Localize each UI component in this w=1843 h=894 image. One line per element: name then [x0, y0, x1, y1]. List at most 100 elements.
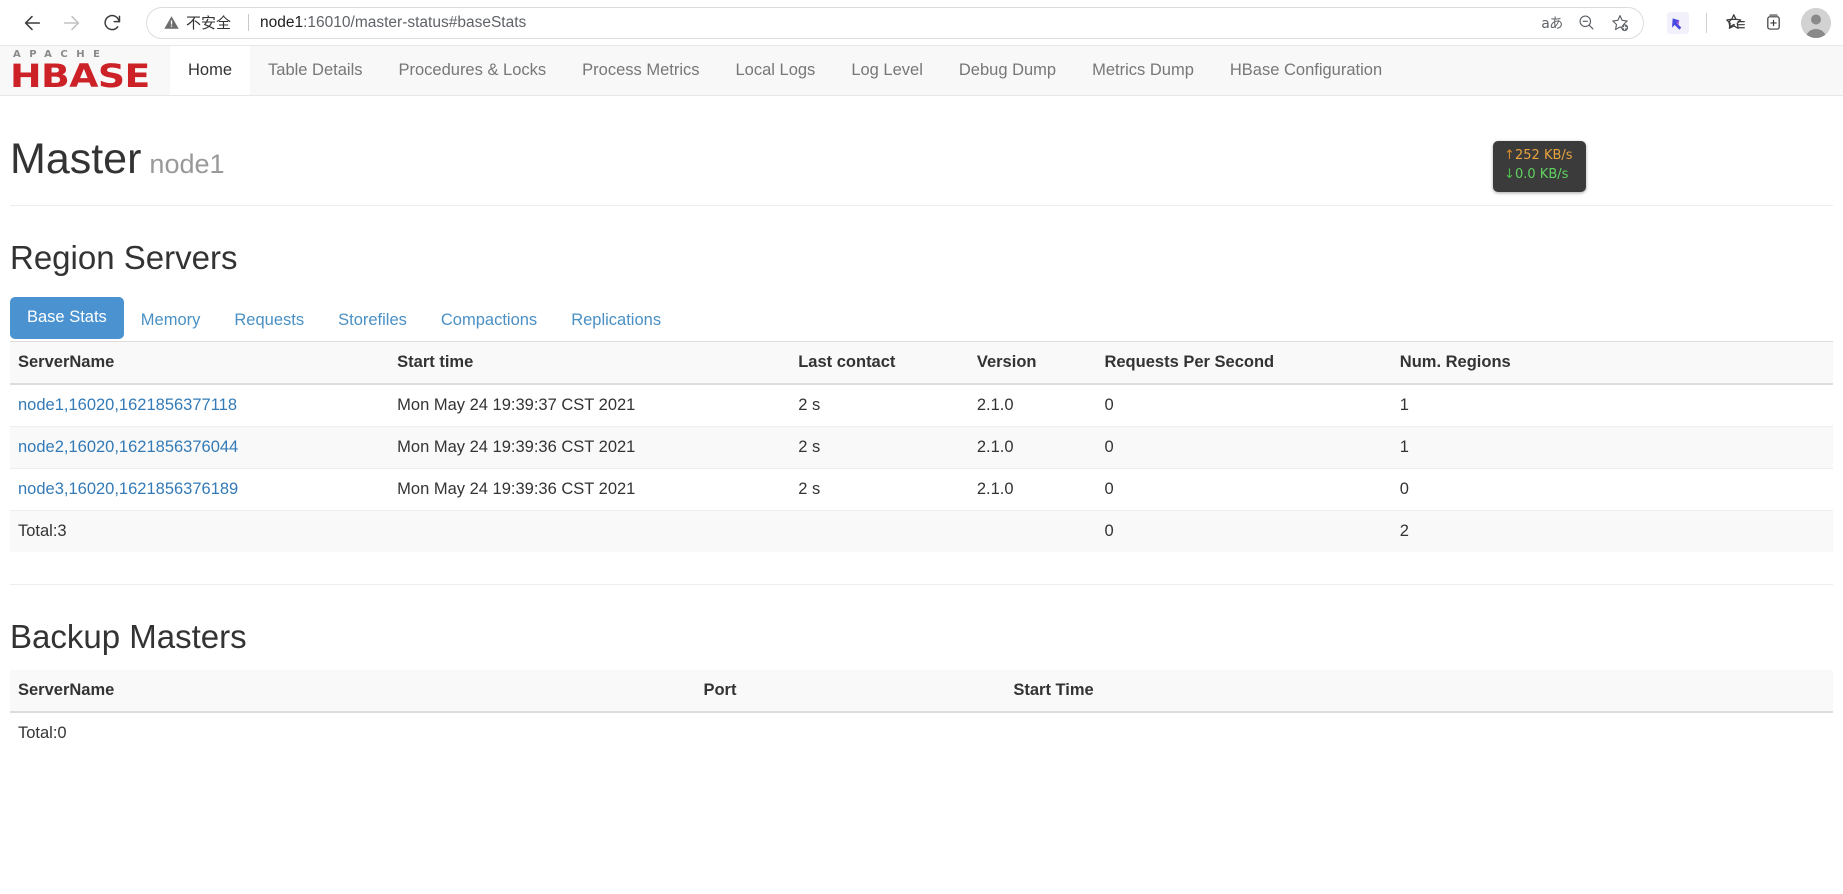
url-text[interactable]: node1:16010/master-status#baseStats [260, 14, 1537, 32]
security-indicator[interactable]: 不安全 [163, 12, 260, 33]
column-header-num-regions[interactable]: Num. Regions [1391, 341, 1833, 385]
cell-servername: node3,16020,1621856376189 [10, 467, 390, 511]
cell-last-contact: 2 s [790, 467, 969, 511]
collections-button[interactable] [1755, 5, 1791, 41]
column-header-requests-per-second[interactable]: Requests Per Second [1096, 341, 1392, 385]
collections-icon [1766, 14, 1780, 30]
column-header-servername[interactable]: ServerName [10, 341, 390, 385]
zoom-out-button[interactable] [1571, 8, 1601, 38]
download-speed-value: 0.0 KB/s [1515, 166, 1569, 182]
tab-requests[interactable]: Requests [217, 300, 321, 341]
column-header-version[interactable]: Version [968, 341, 1097, 385]
nav-item-debug-dump[interactable]: Debug Dump [941, 46, 1074, 95]
forward-button[interactable] [52, 3, 92, 43]
table-row: node2,16020,1621856376044 Mon May 24 19:… [10, 425, 1833, 469]
omnibox-divider [248, 14, 250, 31]
cell-start-time: Mon May 24 19:39:36 CST 2021 [389, 467, 791, 511]
cell-servername: node2,16020,1621856376044 [10, 425, 390, 469]
security-label: 不安全 [186, 14, 232, 32]
tab-base-stats[interactable]: Base Stats [10, 297, 124, 339]
cell-backup-total-port [695, 712, 1005, 754]
backup-masters-heading: Backup Masters [10, 617, 247, 655]
cell-requests-per-second: 0 [1096, 467, 1392, 511]
nav-item-table-details[interactable]: Table Details [250, 46, 380, 95]
cell-last-contact: 2 s [790, 425, 969, 469]
nav-item-local-logs[interactable]: Local Logs [718, 46, 834, 95]
forward-arrow-icon [63, 15, 80, 30]
cell-num-regions: 0 [1391, 467, 1833, 511]
table-total-row: Total:3 0 2 [10, 509, 1833, 552]
nav-items: Home Table Details Procedures & Locks Pr… [170, 46, 1400, 95]
reload-button[interactable] [92, 3, 132, 43]
favorites-button[interactable] [1717, 5, 1753, 41]
cell-num-regions: 1 [1391, 383, 1833, 427]
tab-storefiles[interactable]: Storefiles [321, 300, 424, 341]
cell-requests-per-second: 0 [1096, 383, 1392, 427]
cell-num-regions: 1 [1391, 425, 1833, 469]
column-header-backup-port[interactable]: Port [695, 669, 1006, 713]
extension-button[interactable] [1660, 5, 1696, 41]
cell-total-num-regions: 2 [1391, 509, 1833, 552]
nav-item-metrics-dump[interactable]: Metrics Dump [1074, 46, 1212, 95]
zoom-out-icon [1578, 15, 1593, 30]
region-servers-table: ServerName Start time Last contact Versi… [10, 341, 1833, 552]
table-total-row: Total:0 [10, 712, 1833, 754]
nav-item-log-level[interactable]: Log Level [833, 46, 941, 95]
cell-start-time: Mon May 24 19:39:36 CST 2021 [389, 425, 791, 469]
table-header-row: ServerName Port Start Time [10, 669, 1833, 713]
back-arrow-icon [24, 15, 41, 30]
warning-triangle-icon [164, 16, 179, 29]
cell-backup-total-label: Total:0 [18, 723, 67, 742]
tab-compactions[interactable]: Compactions [424, 300, 554, 341]
table-header-row: ServerName Start time Last contact Versi… [10, 341, 1833, 385]
cell-version: 2.1.0 [968, 383, 1097, 427]
add-favorite-star-icon [1612, 14, 1629, 31]
upload-speed-value: 252 KB/s [1515, 148, 1573, 163]
region-servers-tabs: Base Stats Memory Requests Storefiles Co… [10, 297, 1833, 342]
browser-toolbar: 不安全 node1:16010/master-status#baseStats … [0, 0, 1843, 46]
column-header-backup-start-time[interactable]: Start Time [1005, 669, 1833, 713]
toolbar-divider [1706, 12, 1707, 33]
nav-item-hbase-configuration[interactable]: HBase Configuration [1212, 46, 1400, 95]
network-speed-widget: ↑252 KB/s ↓0.0 KB/s [1493, 141, 1586, 192]
column-header-start-time[interactable]: Start time [389, 341, 791, 385]
download-arrow-icon: ↓ [1504, 166, 1515, 182]
add-favorite-button[interactable] [1605, 8, 1635, 38]
server-link[interactable]: node2,16020,1621856376044 [18, 438, 238, 456]
column-header-backup-servername[interactable]: ServerName [10, 669, 696, 713]
hbase-logo[interactable]: APACHE HBASE [0, 46, 170, 95]
tab-replications[interactable]: Replications [554, 300, 678, 341]
region-servers-heading: Region Servers [10, 239, 238, 277]
omnibox-actions: aあ [1537, 8, 1635, 38]
cell-total-start-time [389, 509, 791, 552]
download-speed-row: ↓0.0 KB/s [1504, 166, 1573, 185]
cell-total-requests-per-second: 0 [1096, 509, 1392, 552]
profile-avatar-icon [1801, 7, 1831, 38]
back-button[interactable] [12, 3, 52, 43]
cell-requests-per-second: 0 [1096, 425, 1392, 469]
table-row: node3,16020,1621856376189 Mon May 24 19:… [10, 467, 1833, 511]
master-title: Master [10, 135, 142, 183]
profile-avatar[interactable] [1801, 7, 1831, 38]
column-header-last-contact[interactable]: Last contact [790, 341, 969, 385]
nav-item-process-metrics[interactable]: Process Metrics [564, 46, 717, 95]
backup-masters-table: ServerName Port Start Time Total:0 [10, 669, 1833, 754]
logo-hbase-text: HBASE [10, 56, 150, 95]
server-link[interactable]: node3,16020,1621856376189 [18, 480, 238, 498]
nav-item-procedures-locks[interactable]: Procedures & Locks [380, 46, 564, 95]
server-link[interactable]: node1,16020,1621856377118 [18, 396, 237, 414]
master-host: node1 [149, 149, 225, 179]
tab-memory[interactable]: Memory [124, 300, 218, 341]
cell-total-last-contact [790, 509, 969, 552]
cell-version: 2.1.0 [968, 467, 1097, 511]
favorites-icon [1725, 14, 1745, 29]
translate-button[interactable]: aあ [1537, 8, 1567, 38]
upload-arrow-icon: ↑ [1504, 148, 1515, 163]
cell-servername: node1,16020,1621856377118 [10, 383, 390, 427]
reload-icon [103, 14, 120, 31]
cell-version: 2.1.0 [968, 425, 1097, 469]
hbase-navbar: APACHE HBASE Home Table Details Procedur… [0, 46, 1843, 96]
address-bar[interactable]: 不安全 node1:16010/master-status#baseStats … [146, 6, 1644, 39]
backup-masters-table-head: ServerName Port Start Time [10, 669, 1833, 713]
page-content: Master node1 Region Servers ↑252 KB/s ↓0.… [0, 96, 1843, 754]
